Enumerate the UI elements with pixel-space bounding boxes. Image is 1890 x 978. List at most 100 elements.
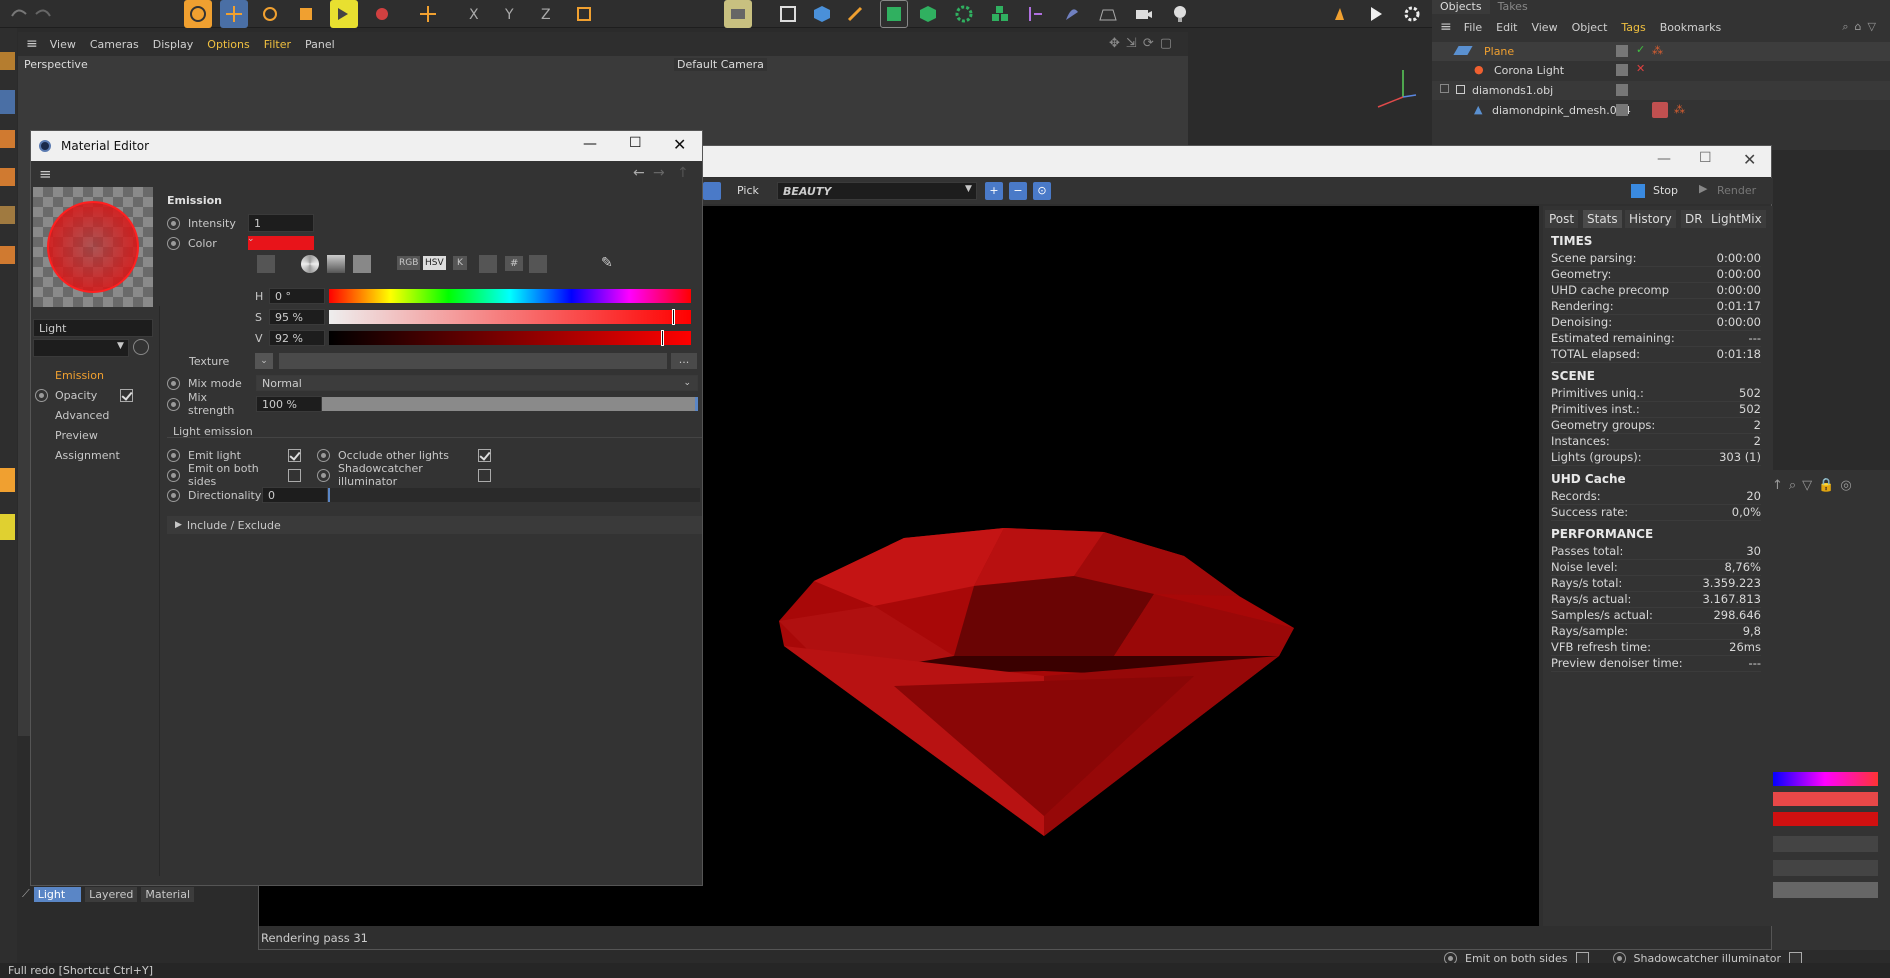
tool-icon[interactable]	[0, 468, 15, 492]
attr-slider[interactable]	[1772, 882, 1878, 898]
chevron-down-icon[interactable]: ⌄	[247, 234, 255, 244]
tool-icon[interactable]	[0, 90, 15, 114]
tab-dr[interactable]: DR	[1681, 210, 1707, 228]
mixer-icon[interactable]	[479, 255, 497, 273]
zoom-in-icon[interactable]: +	[985, 182, 1003, 200]
saturation-slider[interactable]	[329, 309, 691, 325]
tool-icon[interactable]	[0, 514, 15, 540]
include-exclude-header[interactable]: ▶ Include / Exclude	[167, 516, 702, 534]
radio-icon[interactable]	[167, 236, 180, 250]
pick-icon[interactable]	[703, 182, 721, 200]
channel-item-advanced[interactable]: Advanced	[55, 409, 109, 422]
y-axis-icon[interactable]: Y	[498, 0, 526, 28]
tool-icon[interactable]	[0, 130, 15, 148]
mixmode-select[interactable]: Normal ⌄	[256, 375, 698, 391]
radio-icon[interactable]	[167, 216, 180, 230]
edit-icon[interactable]	[1616, 64, 1628, 76]
menu-tags[interactable]: Tags	[1621, 21, 1645, 34]
minimize-button[interactable]: —	[1657, 151, 1671, 167]
forward-arrow-icon[interactable]: →	[653, 165, 665, 181]
transform-icon[interactable]	[368, 0, 396, 28]
chevron-down-icon[interactable]: ▼	[965, 184, 972, 194]
tag-icon[interactable]: ⁂	[1674, 103, 1685, 116]
tab-post[interactable]: Post	[1545, 210, 1579, 228]
radio-icon[interactable]	[167, 468, 180, 482]
swatches-icon[interactable]	[529, 255, 547, 273]
slider-handle[interactable]	[672, 309, 675, 325]
hamburger-icon[interactable]: ≡	[1440, 19, 1452, 35]
directionality-slider[interactable]	[328, 488, 700, 502]
object-row[interactable]: ▲ diamondpink_dmesh.004 ⁂	[1432, 101, 1890, 120]
sat-bar[interactable]	[1772, 792, 1878, 806]
hue-bar[interactable]	[1772, 772, 1878, 786]
material-preview[interactable]	[33, 187, 153, 307]
render-region-icon[interactable]	[724, 0, 752, 28]
intensity-input[interactable]: 1	[248, 214, 314, 232]
rotate-icon[interactable]	[256, 0, 284, 28]
attr-field[interactable]	[1772, 836, 1878, 852]
material-name-field[interactable]: Light	[33, 319, 153, 337]
radio-icon[interactable]	[167, 376, 180, 390]
occlude-checkbox[interactable]	[478, 448, 491, 462]
chevron-down-icon[interactable]: ▼	[117, 341, 124, 351]
select-tool-icon[interactable]	[330, 0, 358, 28]
channel-item-opacity[interactable]: Opacity	[55, 389, 97, 402]
color-wheel-icon[interactable]	[301, 255, 319, 273]
manager-icon[interactable]: ⟋	[22, 887, 30, 901]
render-view-icon[interactable]	[1328, 0, 1356, 28]
maximize-button[interactable]: ☐	[629, 135, 642, 151]
pen-icon[interactable]	[842, 0, 870, 28]
texture-more-button[interactable]: ...	[671, 353, 697, 369]
radio-icon[interactable]	[167, 448, 180, 462]
menu-object[interactable]: Object	[1572, 21, 1608, 34]
shadowcatcher-checkbox[interactable]	[478, 468, 491, 482]
move-icon[interactable]	[220, 0, 248, 28]
menu-display[interactable]: Display	[153, 38, 194, 51]
hamburger-icon[interactable]: ≡	[26, 36, 38, 52]
radio-icon[interactable]	[35, 389, 48, 402]
hue-slider[interactable]	[329, 289, 691, 303]
undo-icon[interactable]	[4, 0, 32, 28]
tab-lightmix[interactable]: LightMix	[1707, 210, 1766, 228]
minimize-button[interactable]: —	[583, 136, 597, 152]
edit-icon[interactable]	[1616, 45, 1628, 57]
axis-icon[interactable]	[414, 0, 442, 28]
render-icon[interactable]	[1362, 0, 1390, 28]
material-tag-icon[interactable]	[1652, 102, 1668, 118]
tab-history[interactable]: History	[1625, 210, 1676, 228]
tool-icon[interactable]	[0, 168, 15, 186]
object-row[interactable]: ● Corona Light ✕	[1432, 61, 1890, 80]
spline-icon[interactable]	[774, 0, 802, 28]
channel-item-assignment[interactable]: Assignment	[55, 449, 120, 462]
render-play-icon[interactable]: ▶	[1699, 182, 1707, 195]
stop-icon[interactable]	[1631, 184, 1645, 198]
radio-icon[interactable]	[167, 397, 180, 411]
radio-icon[interactable]	[167, 488, 180, 502]
eyedropper-icon[interactable]: ✎	[601, 255, 613, 271]
attr-toolbar-icons[interactable]: ↑⌕▽🔒◎	[1772, 478, 1858, 493]
opacity-checkbox[interactable]	[119, 389, 133, 402]
tab-takes[interactable]: Takes	[1490, 0, 1536, 14]
kelvin-button[interactable]: K	[453, 256, 467, 270]
menu-view[interactable]: View	[1531, 21, 1557, 34]
slider-handle[interactable]	[661, 330, 664, 346]
object-row[interactable]: diamonds1.obj	[1432, 81, 1890, 100]
redo-icon[interactable]	[30, 0, 58, 28]
gradient-icon[interactable]	[327, 255, 345, 273]
camera-label[interactable]: Default Camera	[674, 58, 767, 71]
cloner-icon[interactable]	[986, 0, 1014, 28]
coordinate-icon[interactable]	[570, 0, 598, 28]
edit-icon[interactable]	[1616, 84, 1628, 96]
saturation-input[interactable]: 95 %	[269, 309, 325, 325]
scale-icon[interactable]	[292, 0, 320, 28]
generator-icon[interactable]	[914, 0, 942, 28]
zoom-out-icon[interactable]: −	[1009, 182, 1027, 200]
maximize-button[interactable]: ☐	[1699, 150, 1712, 166]
render-settings-icon[interactable]	[1398, 0, 1426, 28]
pass-select[interactable]: BEAUTY	[777, 182, 977, 200]
back-arrow-icon[interactable]: ←	[633, 165, 645, 181]
material-dropdown[interactable]	[33, 339, 129, 357]
menu-panel[interactable]: Panel	[305, 38, 335, 51]
value-input[interactable]: 92 %	[269, 330, 325, 346]
zoom-fit-icon[interactable]: ⊙	[1033, 182, 1051, 200]
